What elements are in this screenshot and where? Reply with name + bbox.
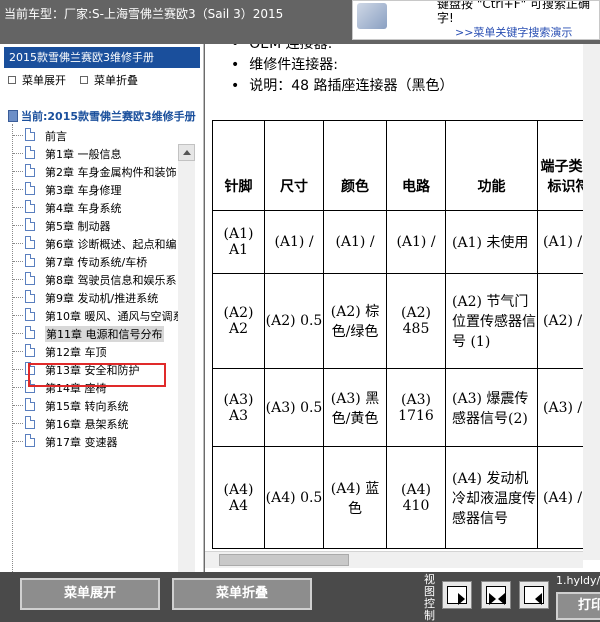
document-icon — [25, 236, 35, 249]
cell-size: (A4) 0.5 — [264, 446, 324, 549]
cell-color: (A3) 黑色/黄色 — [323, 368, 387, 447]
site-url-text: 1.hyldy/ — [556, 574, 600, 587]
current-car-title: 当前车型：厂家:S-上海雪佛兰赛欧3（Sail 3）2015 — [4, 7, 284, 21]
header-circuit: 电路 — [386, 120, 446, 211]
collapse-menu-button[interactable]: 菜单折叠 — [172, 578, 312, 610]
cell-function: (A3) 爆震传感器信号(2) — [445, 368, 538, 447]
view-center-button[interactable] — [481, 581, 511, 609]
cell-size: (A2) 0.5 — [264, 273, 324, 369]
document-icon — [25, 254, 35, 267]
sidebar-scrollbar[interactable] — [178, 144, 195, 614]
list-item: OEM 连接器: — [231, 44, 454, 55]
expand-menu-button[interactable]: 菜单展开 — [20, 578, 160, 610]
document-icon — [25, 380, 35, 393]
tree-root[interactable]: 当前:2015款雪佛兰赛欧3维修手册 — [8, 108, 198, 124]
document-icon — [25, 290, 35, 303]
document-icon — [25, 164, 35, 177]
document-icon — [25, 182, 35, 195]
cell-pin: (A1) A1 — [212, 210, 265, 274]
top-bar: 当前车型：厂家:S-上海雪佛兰赛欧3（Sail 3）2015 键盘按 "Ctrl… — [0, 0, 600, 44]
cell-pin: (A3) A3 — [212, 368, 265, 447]
header-color: 颜色 — [323, 120, 387, 211]
expand-menu-label: 菜单展开 — [22, 74, 66, 87]
search-demo-link[interactable]: >>菜单关键字搜索演示 — [455, 24, 572, 39]
content-vertical-scrollbar[interactable] — [583, 44, 600, 560]
cell-size: (A3) 0.5 — [264, 368, 324, 447]
document-icon — [25, 434, 35, 447]
cell-function: (A4) 发动机冷却液温度传感器信号 — [445, 446, 538, 549]
document-icon — [25, 344, 35, 357]
sidebar: 2015款雪佛兰赛欧3维修手册 菜单展开 菜单折叠 当前:2015款雪佛兰赛欧3… — [0, 44, 204, 614]
document-icon — [25, 308, 35, 321]
arrow-left-icon — [535, 593, 542, 605]
cell-color: (A1) / — [323, 210, 387, 274]
cell-function: (A2) 节气门位置传感器信号 (1) — [445, 273, 538, 369]
pinout-table: 针脚 尺寸 颜色 电路 功能 端子类型标识符 (A1) A1 (A1) / (A… — [212, 120, 600, 549]
document-icon — [25, 218, 35, 231]
arrow-left-icon — [498, 593, 505, 605]
cell-pin: (A4) A4 — [212, 446, 265, 549]
cell-pin: (A2) A2 — [212, 273, 265, 369]
tip-logo-icon — [357, 3, 387, 29]
cell-circuit: (A4) 410 — [386, 446, 446, 549]
cell-color: (A4) 蓝色 — [323, 446, 387, 549]
document-icon — [25, 416, 35, 429]
cell-color: (A2) 棕色/绿色 — [323, 273, 387, 369]
table-row: (A2) A2 (A2) 0.5 (A2) 棕色/绿色 (A2) 485 (A2… — [212, 273, 600, 369]
header-pin: 针脚 — [212, 120, 265, 211]
arrow-right-icon — [489, 593, 496, 605]
document-icon — [25, 362, 35, 375]
expand-icon — [8, 76, 16, 84]
list-item: 说明：48 路插座连接器（黑色） — [231, 76, 453, 97]
table-header-row: 针脚 尺寸 颜色 电路 功能 端子类型标识符 — [212, 120, 600, 211]
connector-info-list: OEM 连接器: 维修件连接器: 说明：48 路插座连接器（黑色） — [231, 44, 454, 97]
header-function: 功能 — [445, 120, 538, 211]
collapse-icon — [80, 76, 88, 84]
arrow-up-icon — [183, 150, 191, 155]
document-icon — [25, 146, 35, 159]
collapse-menu-label: 菜单折叠 — [94, 74, 138, 87]
tip-text-continued: 字! — [437, 11, 454, 25]
view-control-label: 视图控制 — [424, 573, 435, 622]
print-button[interactable]: 打印 — [556, 592, 600, 620]
document-icon — [25, 272, 35, 285]
scroll-up-button[interactable] — [178, 144, 195, 161]
document-icon — [25, 326, 35, 339]
table-row: (A1) A1 (A1) / (A1) / (A1) / (A1) 未使用 (A… — [212, 210, 600, 274]
list-item: 维修件连接器: — [231, 55, 454, 76]
cell-circuit: (A2) 485 — [386, 273, 446, 369]
collapse-menu-control[interactable]: 菜单折叠 — [80, 72, 138, 88]
table-row: (A4) A4 (A4) 0.5 (A4) 蓝色 (A4) 410 (A4) 发… — [212, 446, 600, 549]
content-horizontal-scrollbar[interactable] — [205, 551, 583, 568]
header-size: 尺寸 — [264, 120, 324, 211]
arrow-right-icon — [458, 593, 465, 605]
document-content: OEM 连接器: 维修件连接器: 说明：48 路插座连接器（黑色） 针脚 尺寸 … — [205, 44, 600, 572]
bottom-toolbar: 菜单展开 菜单折叠 视图控制 1.hyldy/ 打印 — [0, 572, 600, 622]
chapter-tree: 前言 第1章 一般信息 第2章 车身金属构件和装饰 第3章 车身修理 第4章 车… — [12, 124, 188, 574]
expand-menu-control[interactable]: 菜单展开 — [8, 72, 66, 88]
view-expand-right-button[interactable] — [519, 581, 549, 609]
cell-circuit: (A1) / — [386, 210, 446, 274]
tree-root-label: 当前:2015款雪佛兰赛欧3维修手册 — [21, 110, 196, 123]
search-tip-box: 键盘按 "Ctrl+F" 可搜索正确 字! >>菜单关键字搜索演示 — [352, 0, 600, 40]
document-icon — [25, 128, 35, 141]
manual-title[interactable]: 2015款雪佛兰赛欧3维修手册 — [4, 47, 200, 68]
cell-size: (A1) / — [264, 210, 324, 274]
document-icon — [25, 398, 35, 411]
cell-circuit: (A3) 1716 — [386, 368, 446, 447]
scroll-thumb[interactable] — [219, 554, 349, 566]
table-row: (A3) A3 (A3) 0.5 (A3) 黑色/黄色 (A3) 1716 (A… — [212, 368, 600, 447]
tip-text: 键盘按 "Ctrl+F" 可搜索正确 — [437, 0, 590, 11]
cell-function: (A1) 未使用 — [445, 210, 538, 274]
document-icon — [25, 200, 35, 213]
view-expand-left-button[interactable] — [442, 581, 472, 609]
book-icon — [8, 110, 18, 122]
